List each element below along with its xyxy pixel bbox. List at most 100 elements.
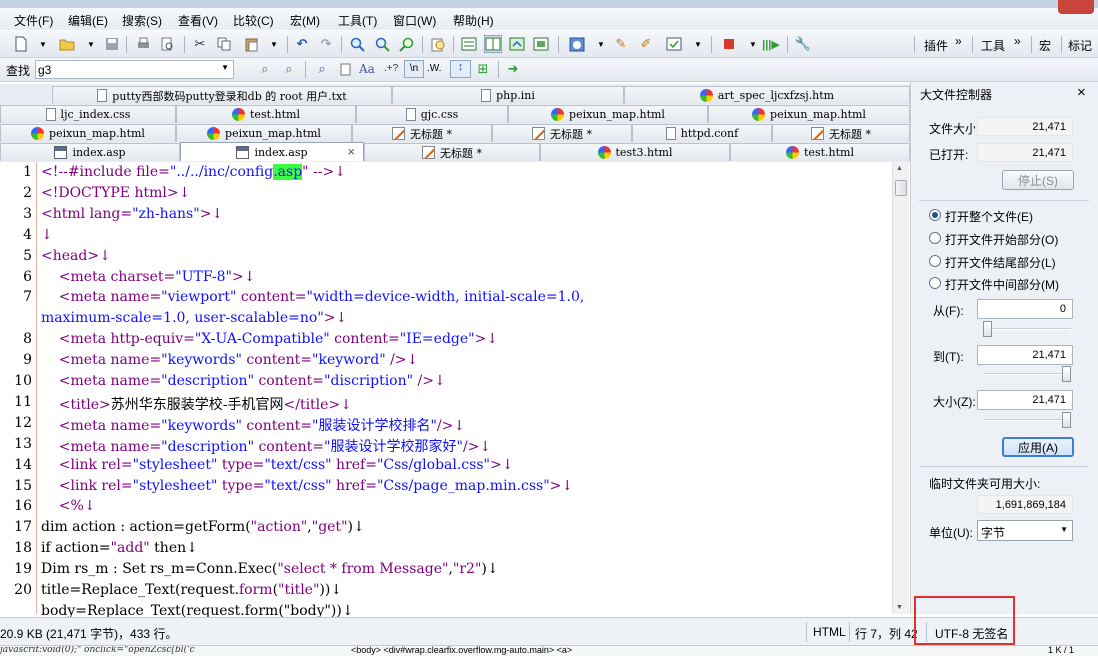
scrollbar-thumb[interactable] — [895, 180, 907, 196]
tab-test-html[interactable]: test.html — [176, 105, 356, 123]
tab-index-asp-1[interactable]: index.asp — [0, 143, 180, 161]
unit-select[interactable]: 字节 ▼ — [977, 520, 1073, 541]
tab-untitled-3[interactable]: 无标题 * — [772, 124, 910, 142]
format-icon[interactable]: ✐ — [637, 35, 655, 53]
new-file-icon[interactable] — [12, 35, 30, 53]
find-dropdown-icon[interactable]: ▼ — [221, 63, 229, 72]
menu-help[interactable]: 帮助(H) — [453, 12, 494, 29]
panel-close-icon[interactable]: × — [1077, 84, 1086, 101]
match-case-toggle[interactable]: Aa — [359, 62, 375, 76]
breadcrumb[interactable]: <body> <div#wrap.clearfix.overflow.mg-au… — [351, 646, 572, 655]
menu-tools[interactable]: 工具(T) — [338, 12, 377, 29]
size-input[interactable]: 21,471 — [977, 390, 1073, 410]
window-tile-icon[interactable] — [532, 35, 550, 53]
stop-macro-icon[interactable] — [720, 35, 738, 53]
scroll-up-icon[interactable]: ▲ — [896, 165, 903, 172]
code-line[interactable]: if action="add" then↓ — [41, 540, 198, 556]
tab-peixun-map-1[interactable]: peixun_map.html — [508, 105, 708, 123]
tab-putty[interactable]: putty西部数码putty登录和db 的 root 用户.txt — [52, 86, 392, 104]
undo-icon[interactable]: ↶ — [293, 35, 311, 53]
run-macro-multiple-icon[interactable]: |||▶ — [762, 35, 780, 53]
plugins-more-icon[interactable]: » — [955, 34, 962, 48]
find-input[interactable]: g3 ▼ — [35, 60, 234, 79]
find-down-icon[interactable]: ⌕ — [256, 60, 274, 78]
cursor-position[interactable]: 行 7，列 42 — [855, 625, 918, 642]
menu-view[interactable]: 查看(V) — [178, 12, 218, 29]
code-line[interactable]: <head>↓ — [41, 248, 111, 264]
bookmark-menu[interactable]: 标记 — [1068, 37, 1092, 54]
code-line[interactable]: <meta name="viewport" content="width=dev… — [41, 289, 585, 305]
open-dropdown-icon[interactable]: ▼ — [82, 35, 100, 53]
sync-view-icon[interactable] — [508, 35, 526, 53]
tab-peixun-map-3[interactable]: peixun_map.html — [0, 124, 176, 142]
tab-php-ini[interactable]: php.ini — [392, 86, 624, 104]
to-slider-thumb[interactable] — [1062, 366, 1071, 382]
tab-peixun-map-2[interactable]: peixun_map.html — [708, 105, 910, 123]
browser-dropdown-icon[interactable]: ▼ — [592, 35, 610, 53]
wrench-icon[interactable]: 🔧 — [794, 35, 812, 53]
code-line[interactable]: <link rel="stylesheet" type="text/css" h… — [41, 457, 514, 473]
find-icon[interactable] — [348, 35, 366, 53]
whole-word-toggle[interactable]: .W. — [427, 63, 441, 74]
code-line[interactable]: maximum-scale=1.0, user-scalable=no">↓ — [41, 310, 347, 326]
tools-more-icon[interactable]: » — [1014, 34, 1021, 48]
redo-icon[interactable]: ↷ — [317, 35, 335, 53]
code-line[interactable]: <%↓ — [41, 498, 96, 514]
code-line[interactable]: dim action : action=getForm("action","ge… — [41, 519, 365, 535]
list-view-icon[interactable] — [460, 35, 478, 53]
radio-open-start[interactable] — [929, 232, 941, 244]
option-open-whole[interactable]: 打开整个文件(E) — [945, 208, 1033, 225]
tab-untitled-1[interactable]: 无标题 * — [352, 124, 492, 142]
code-line[interactable]: Dim rs_m : Set rs_m=Conn.Exec("select * … — [41, 561, 499, 577]
print-icon[interactable] — [134, 35, 152, 53]
replace-arrow-icon[interactable]: ➜ — [504, 60, 522, 78]
tab-untitled-4[interactable]: 无标题 * — [364, 143, 540, 161]
copy-icon[interactable] — [215, 35, 233, 53]
option-open-start[interactable]: 打开文件开始部分(O) — [945, 231, 1058, 248]
radio-open-whole[interactable] — [929, 209, 941, 221]
stop-button[interactable]: 停止(S) — [1002, 170, 1074, 190]
find-up-icon[interactable]: ⌕ — [280, 60, 298, 78]
tab-close-icon[interactable]: × — [347, 144, 355, 159]
code-line[interactable]: <!DOCTYPE html>↓ — [41, 185, 190, 201]
find-copy-icon[interactable] — [337, 60, 355, 78]
code-line[interactable]: <html lang="zh-hans">↓ — [41, 206, 223, 222]
option-open-end[interactable]: 打开文件结尾部分(L) — [945, 254, 1056, 271]
code-line[interactable]: ↓ — [41, 227, 53, 243]
code-line[interactable]: <meta charset="UTF-8">↓ — [41, 269, 256, 285]
find-in-files-icon[interactable] — [429, 35, 447, 53]
menu-macro[interactable]: 宏(M) — [290, 12, 320, 29]
wrap-toggle[interactable]: ↕ — [450, 60, 471, 78]
menu-search[interactable]: 搜索(S) — [122, 12, 162, 29]
code-line[interactable]: <link rel="stylesheet" type="text/css" h… — [41, 478, 573, 494]
code-line[interactable]: <title>苏州华东服装学校-手机官网</title>↓ — [41, 394, 352, 414]
column-mode-icon[interactable] — [665, 35, 683, 53]
cut-icon[interactable]: ✂ — [191, 35, 209, 53]
paste-icon[interactable] — [243, 35, 261, 53]
tab-test-html-2[interactable]: test.html — [730, 143, 910, 161]
menu-edit[interactable]: 编辑(E) — [68, 12, 108, 29]
scroll-down-icon[interactable]: ▼ — [896, 604, 903, 611]
find-all-icon[interactable]: ⌕ — [313, 60, 331, 78]
print-preview-icon[interactable] — [158, 35, 176, 53]
menu-compare[interactable]: 比较(C) — [233, 12, 274, 29]
window-close-button[interactable] — [1058, 0, 1094, 14]
to-slider[interactable] — [983, 365, 1071, 383]
tab-ljc-index-css[interactable]: ljc_index.css — [0, 105, 176, 123]
highlight-icon[interactable]: ⊞ — [474, 60, 492, 78]
code-line[interactable]: title=Replace_Text(request.form("title")… — [41, 582, 342, 598]
to-input[interactable]: 21,471 — [977, 345, 1073, 365]
menu-file[interactable]: 文件(F) — [14, 12, 53, 29]
column-dropdown-icon[interactable]: ▼ — [689, 35, 707, 53]
tab-test3-html[interactable]: test3.html — [540, 143, 730, 161]
find-next-icon[interactable] — [373, 35, 391, 53]
code-line[interactable]: <meta http-equiv="X-UA-Compatible" conte… — [41, 331, 498, 347]
tab-untitled-2[interactable]: 无标题 * — [492, 124, 632, 142]
size-slider-thumb[interactable] — [1062, 412, 1071, 428]
menu-window[interactable]: 窗口(W) — [393, 12, 436, 29]
tab-gjc-css[interactable]: gjc.css — [356, 105, 508, 123]
edit-tools-icon[interactable]: ✎ — [612, 35, 630, 53]
plugins-menu[interactable]: 插件 — [924, 37, 948, 54]
radio-open-middle[interactable] — [929, 277, 941, 289]
save-icon[interactable] — [103, 35, 121, 53]
